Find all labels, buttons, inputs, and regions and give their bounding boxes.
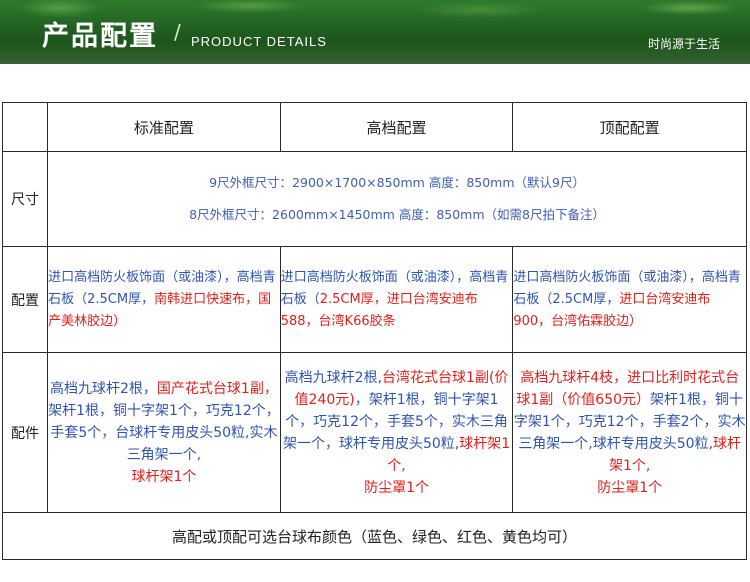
table-header-row: 标准配置 高档配置 顶配配置 bbox=[1, 102, 747, 152]
acc-std-rack: 球杆架1个 bbox=[131, 468, 197, 485]
table-row-size: 尺寸 9尺外框尺寸：2900×1700×850mm 高度：850mm（默认9尺）… bbox=[1, 151, 747, 247]
table-row-accessories: 配件 高档九球杆2根，国产花式台球1副， 架杆1根，铜十字架1个，巧克12个，手套… bbox=[1, 352, 747, 513]
title-divider: / bbox=[174, 20, 181, 44]
section-subtitle: PRODUCT DETAILS bbox=[191, 34, 327, 49]
acc-top-cover: 防尘罩1个 bbox=[597, 479, 663, 496]
accessories-premium: 高档九球杆2根,台湾花式台球1副(价值240元)，架杆1根，铜十字架1个，巧克1… bbox=[279, 352, 514, 513]
accessories-standard: 高档九球杆2根，国产花式台球1副， 架杆1根，铜十字架1个，巧克12个，手套5个，… bbox=[47, 352, 281, 513]
slogan: 时尚源于生活 bbox=[647, 37, 720, 51]
row-label-size: 尺寸 bbox=[1, 151, 49, 247]
table-row-footer: 高配或顶配可选台球布颜色（蓝色、绿色、红色、黄色均可） bbox=[2, 512, 747, 560]
acc-std-cue: 高档九球杆2根， bbox=[50, 380, 157, 397]
frame-premium: 进口高档防火板饰面（或油漆），高档青石板（2.5CM厚，进口台湾安迪布588，台… bbox=[279, 246, 514, 353]
acc-top-tips: 球杆专用皮头50粒, bbox=[592, 435, 714, 452]
section-title: 产品配置 bbox=[42, 21, 158, 52]
header-corner bbox=[1, 102, 49, 152]
header-standard: 标准配置 bbox=[47, 102, 281, 152]
frame-top: 进口高档防火板饰面（或油漆），高档青石板（2.5CM厚，进口台湾安迪布900，台… bbox=[512, 246, 747, 353]
acc-high-cue: 高档九球杆2根, bbox=[284, 369, 383, 386]
size-line-9ft: 9尺外框尺寸：2900×1700×850mm 高度：850mm（默认9尺） bbox=[209, 175, 585, 190]
row-label-accessories: 配件 bbox=[1, 352, 49, 513]
row-label-frame: 配置 bbox=[1, 246, 49, 353]
header-top: 顶配配置 bbox=[512, 102, 747, 152]
size-line-8ft: 8尺外框尺寸：2600mm×1450mm 高度：850mm（如需8尺拍下备注） bbox=[189, 207, 605, 222]
size-cell: 9尺外框尺寸：2900×1700×850mm 高度：850mm（默认9尺） 8尺… bbox=[47, 151, 747, 247]
config-table: 标准配置 高档配置 顶配配置 尺寸 9尺外框尺寸：2900×1700×850mm… bbox=[1, 102, 747, 560]
acc-high-cover: 防尘罩1个 bbox=[364, 479, 429, 496]
acc-std-balls: 国产花式台球1副， bbox=[156, 380, 278, 397]
acc-std-items: 架杆1根，铜十字架1个，巧克12个，手套5个，台球杆专用皮头50粒,实木三角架一… bbox=[48, 402, 280, 463]
frame-standard: 进口高档防火板饰面（或油漆），高档青石板（2.5CM厚，南韩进口快速布，国产美林… bbox=[47, 246, 281, 353]
cloth-color-note: 高配或顶配可选台球布颜色（蓝色、绿色、红色、黄色均可） bbox=[2, 512, 747, 560]
accessories-top: 高档九球杆4枝，进口比利时花式台球1副（价值650元）架杆1根，铜十字架1个，巧… bbox=[512, 352, 747, 513]
table-row-frame: 配置 进口高档防火板饰面（或油漆），高档青石板（2.5CM厚，南韩进口快速布，国… bbox=[1, 246, 747, 353]
header-premium: 高档配置 bbox=[279, 102, 514, 152]
header-banner: 产品配置 / PRODUCT DETAILS 时尚源于生活 bbox=[0, 0, 750, 64]
